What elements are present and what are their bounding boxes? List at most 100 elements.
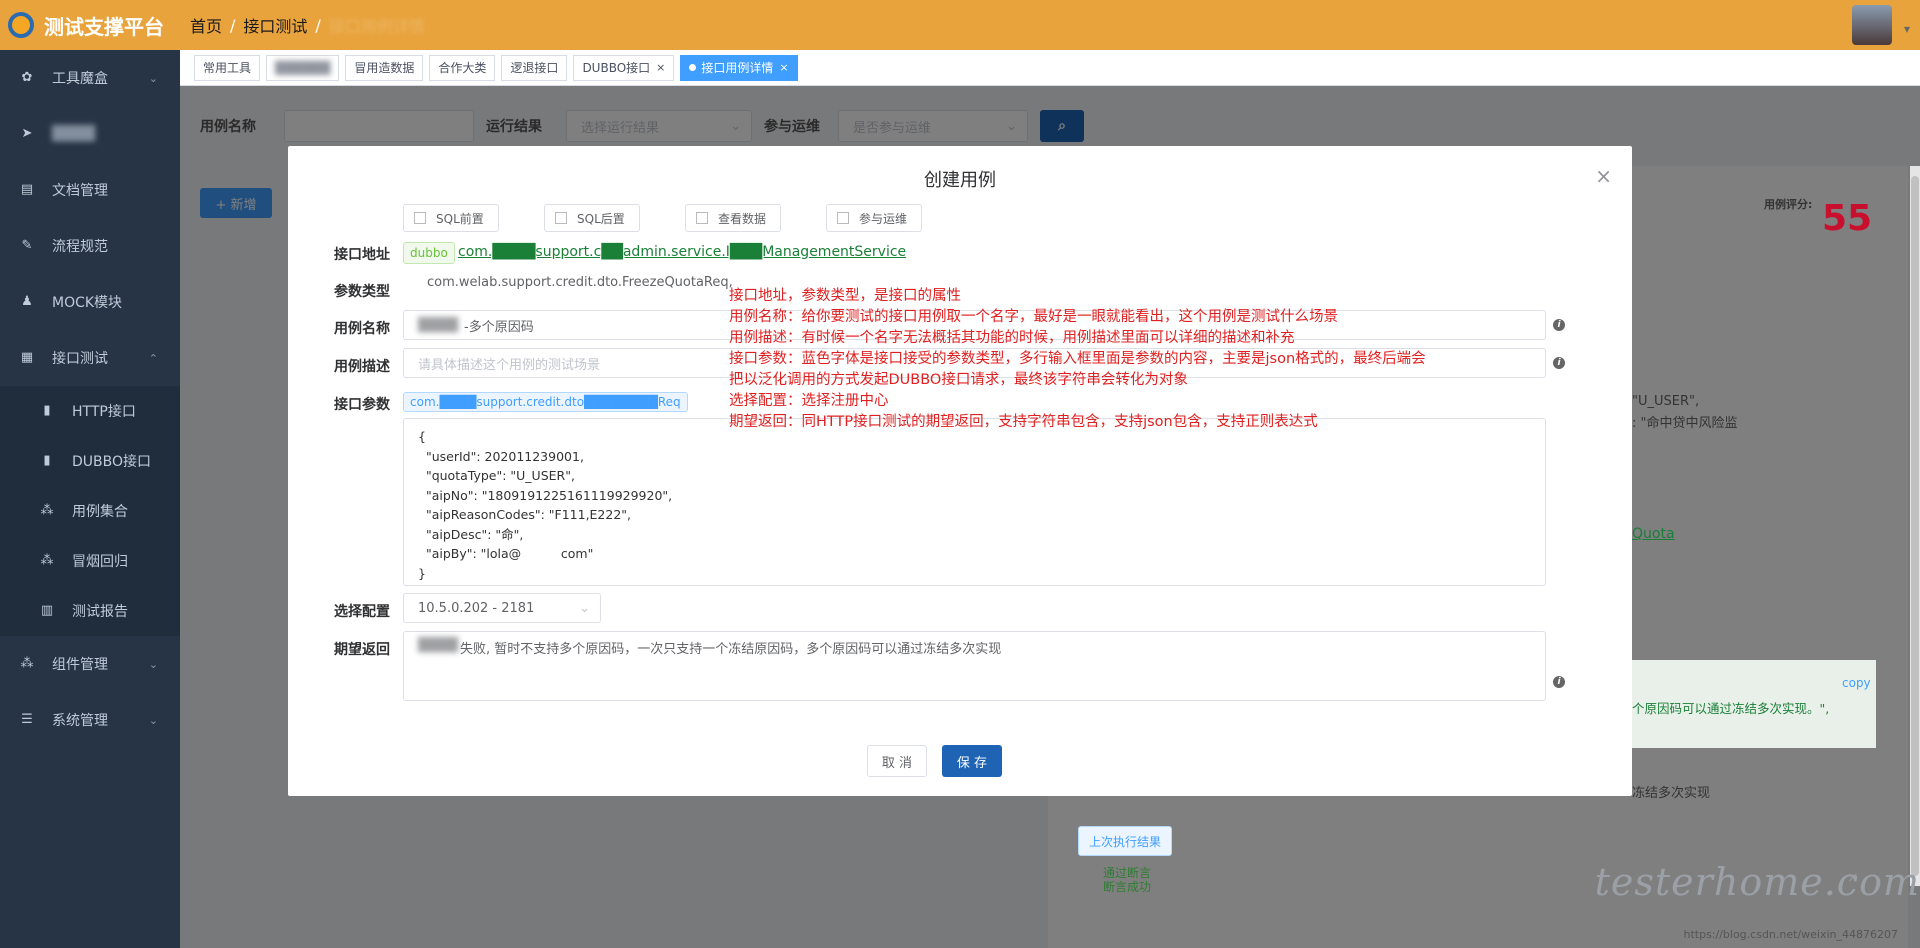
sidebar-item-smoke[interactable]: ⁂ 冒烟回归 bbox=[0, 536, 180, 586]
dialog-title: 创建用例 bbox=[924, 170, 996, 191]
send-icon: ➤ bbox=[21, 126, 33, 141]
sidebar-item-process[interactable]: ✎ 流程规范 bbox=[0, 218, 180, 274]
tab-label: 接口用例详情 bbox=[701, 61, 774, 75]
checkbox-label: SQL后置 bbox=[577, 211, 625, 226]
caret-down-icon[interactable]: ▾ bbox=[1904, 22, 1910, 36]
sidebar-item-dubbo[interactable]: ▮ DUBBO接口 bbox=[0, 436, 180, 486]
sidebar-item-label: 工具魔盒 bbox=[52, 71, 108, 87]
gear-icon: ✿ bbox=[21, 70, 33, 85]
breadcrumb: 首页 / 接口测试 / 接口用例详情 bbox=[190, 0, 425, 50]
tab-label: DUBBO接口 bbox=[582, 61, 651, 75]
scrollbar-thumb[interactable] bbox=[1911, 176, 1919, 876]
source-url: https://blog.csdn.net/weixin_44876207 bbox=[1683, 928, 1898, 941]
document-icon: ▤ bbox=[20, 182, 34, 197]
checkbox-box bbox=[696, 212, 708, 224]
breadcrumb-separator: / bbox=[315, 15, 321, 35]
tab-hidden[interactable]: ██████ bbox=[266, 54, 340, 81]
sidebar-item-label: 接口测试 bbox=[52, 351, 108, 367]
sidebar-item-label: 冒烟回归 bbox=[72, 554, 128, 570]
sidebar-item-label: 文档管理 bbox=[52, 183, 108, 199]
sidebar-item-components[interactable]: ⁂ 组件管理 ⌄ bbox=[0, 636, 180, 692]
active-dot-icon bbox=[689, 64, 697, 71]
tab-label: ██████ bbox=[275, 60, 331, 75]
save-button[interactable]: 保 存 bbox=[942, 745, 1002, 777]
chevron-down-icon: ⌄ bbox=[148, 71, 158, 85]
tab-common-tools[interactable]: 常用工具 bbox=[194, 54, 261, 81]
sidebar-submenu: ▮ HTTP接口 ▮ DUBBO接口 ⁂ 用例集合 ⁂ 冒烟回归 ▥ 测试报告 bbox=[0, 386, 180, 636]
breadcrumb-separator: / bbox=[230, 15, 236, 35]
chevron-down-icon: ⌄ bbox=[148, 713, 158, 727]
checkbox-label: 参与运维 bbox=[859, 211, 908, 226]
sidebar-item-docs[interactable]: ▤ 文档管理 bbox=[0, 162, 180, 218]
tab-label: 常用工具 bbox=[203, 61, 252, 75]
sql-pre-checkbox[interactable]: SQL前置 bbox=[403, 204, 499, 232]
case-desc-label: 用例描述 bbox=[334, 359, 390, 375]
close-icon[interactable]: × bbox=[656, 61, 665, 74]
tree-icon: ⁂ bbox=[40, 553, 54, 568]
top-bar: 测试支撑平台 首页 / 接口测试 / 接口用例详情 ▾ bbox=[0, 0, 1920, 50]
cancel-button[interactable]: 取 消 bbox=[867, 745, 927, 777]
redacted-text: ████ bbox=[418, 638, 458, 653]
config-value: 10.5.0.202 - 2181 bbox=[418, 600, 535, 616]
expected-value: 失败, 暂时不支持多个原因码，一次只支持一个冻结原因码，多个原因码可以通过冻结多… bbox=[460, 642, 1002, 657]
edit-icon: ✎ bbox=[21, 238, 33, 253]
sidebar-item-collection[interactable]: ⁂ 用例集合 bbox=[0, 486, 180, 536]
case-desc-placeholder: 请具体描述这个用例的测试场景 bbox=[418, 357, 601, 373]
tab-case-detail[interactable]: 接口用例详情 × bbox=[680, 54, 798, 81]
view-data-checkbox[interactable]: 查看数据 bbox=[685, 204, 781, 232]
sidebar-item-label: DUBBO接口 bbox=[72, 454, 152, 470]
sidebar-item-label: 组件管理 bbox=[52, 657, 108, 673]
address-label: 接口地址 bbox=[334, 247, 390, 263]
close-icon[interactable]: × bbox=[1595, 164, 1612, 188]
tab-dubbo[interactable]: DUBBO接口 × bbox=[573, 54, 675, 81]
breadcrumb-section[interactable]: 接口测试 bbox=[243, 13, 307, 37]
params-textarea[interactable]: { "userId": 202011239001, "quotaType": "… bbox=[403, 418, 1546, 586]
sidebar-item-report[interactable]: ▥ 测试报告 bbox=[0, 586, 180, 636]
avatar[interactable] bbox=[1852, 5, 1892, 45]
address-link[interactable]: com.████support.c██admin.service.I███Man… bbox=[458, 244, 906, 260]
checkbox-label: SQL前置 bbox=[436, 211, 484, 226]
breadcrumb-current: 接口用例详情 bbox=[328, 17, 425, 36]
tab-label: 逻退接口 bbox=[510, 61, 559, 75]
sidebar-item-label: ████ bbox=[52, 126, 96, 142]
expected-label: 期望返回 bbox=[334, 642, 390, 658]
info-icon[interactable]: i bbox=[1553, 676, 1565, 688]
info-icon[interactable]: i bbox=[1553, 357, 1565, 369]
sidebar-item-label: 用例集合 bbox=[72, 504, 128, 520]
checkbox-box bbox=[414, 212, 426, 224]
config-select[interactable]: 10.5.0.202 - 2181 ⌄ bbox=[403, 593, 601, 623]
sidebar-item-system[interactable]: ☰ 系统管理 ⌄ bbox=[0, 692, 180, 748]
sidebar-item-tools[interactable]: ✿ 工具魔盒 ⌄ bbox=[0, 50, 180, 106]
sidebar-item-hidden[interactable]: ➤ ████ bbox=[0, 106, 180, 162]
config-label: 选择配置 bbox=[334, 604, 390, 620]
tags-view: 常用工具 ██████ 冒用造数据 合作大类 逻退接口 DUBBO接口 × 接口用… bbox=[180, 50, 1920, 86]
app-title: 测试支撑平台 bbox=[44, 14, 164, 39]
checkbox-label: 查看数据 bbox=[718, 211, 767, 226]
scrollbar[interactable] bbox=[1910, 166, 1920, 886]
sidebar-item-http[interactable]: ▮ HTTP接口 bbox=[0, 386, 180, 436]
tab-interface[interactable]: 逻退接口 bbox=[501, 54, 568, 81]
param-type-value: com.welab.support.credit.dto.FreezeQuota… bbox=[427, 275, 733, 290]
tree-icon: ⁂ bbox=[20, 656, 34, 671]
ops-checkbox[interactable]: 参与运维 bbox=[826, 204, 922, 232]
checkbox-box bbox=[837, 212, 849, 224]
tab-data[interactable]: 冒用造数据 bbox=[345, 54, 424, 81]
annotation-text: 接口地址，参数类型，是接口的属性 用例名称：给你要测试的接口用例取一个名字，最好… bbox=[729, 288, 1426, 430]
doc-icon: ▮ bbox=[43, 453, 51, 468]
app-logo[interactable]: 测试支撑平台 bbox=[0, 0, 180, 50]
tab-label: 冒用造数据 bbox=[354, 61, 415, 75]
tab-category[interactable]: 合作大类 bbox=[429, 54, 496, 81]
user-icon: ♟ bbox=[21, 294, 33, 309]
info-icon[interactable]: i bbox=[1553, 319, 1565, 331]
protocol-tag: dubbo bbox=[403, 242, 455, 264]
sidebar-item-api-test[interactable]: ▦ 接口测试 ⌃ bbox=[0, 330, 180, 386]
sidebar-item-mock[interactable]: ♟ MOCK模块 bbox=[0, 274, 180, 330]
breadcrumb-home[interactable]: 首页 bbox=[190, 13, 222, 37]
chevron-down-icon: ⌄ bbox=[148, 657, 158, 671]
sidebar-item-label: 流程规范 bbox=[52, 239, 108, 255]
tab-label: 合作大类 bbox=[438, 61, 487, 75]
expected-textarea[interactable]: ████ 失败, 暂时不支持多个原因码，一次只支持一个冻结原因码，多个原因码可以通… bbox=[403, 631, 1546, 701]
create-case-dialog: 创建用例 × SQL前置 SQL后置 查看数据 参与运维 接口地址 dubbo … bbox=[288, 146, 1632, 796]
close-icon[interactable]: × bbox=[779, 61, 788, 74]
sql-post-checkbox[interactable]: SQL后置 bbox=[544, 204, 640, 232]
